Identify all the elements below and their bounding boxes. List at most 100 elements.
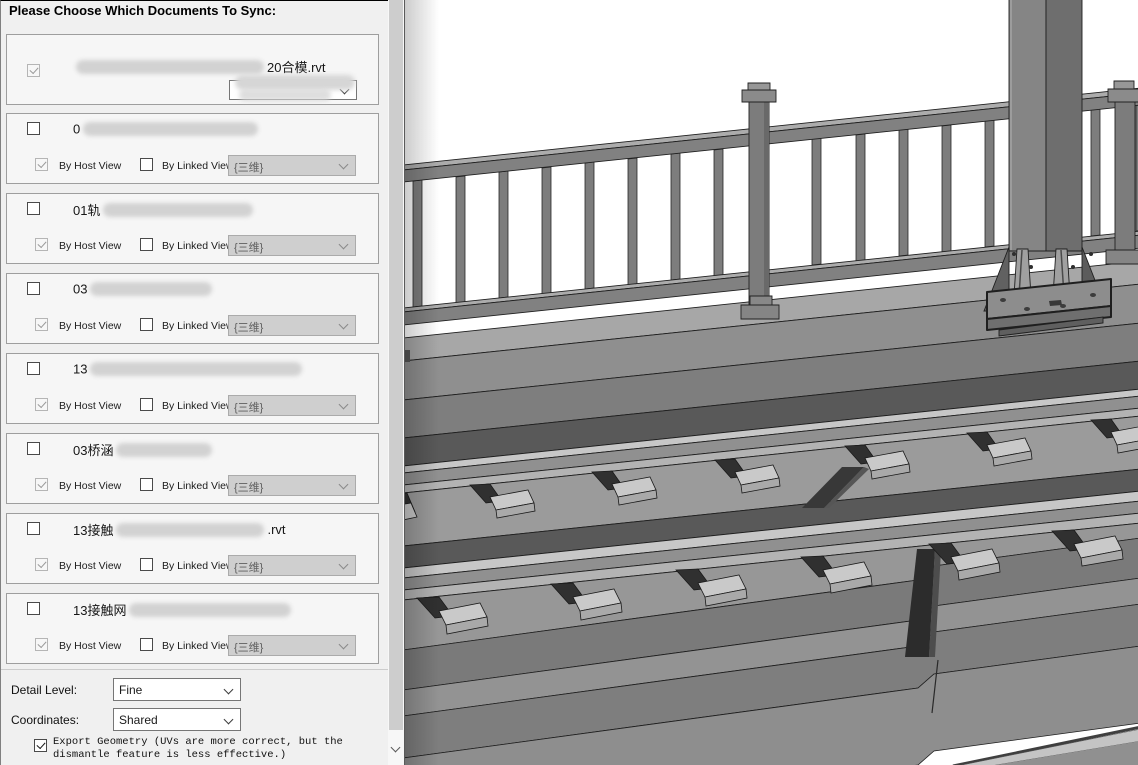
by-linked-view-label: By Linked View xyxy=(162,480,234,492)
by-host-view-checkbox xyxy=(35,478,48,491)
checkmark-icon xyxy=(37,239,46,248)
by-host-view-checkbox xyxy=(35,558,48,571)
linked-view-select-value: {三维} xyxy=(234,159,263,175)
by-host-view-label: By Host View xyxy=(59,240,121,252)
document-name-suffix: .rvt xyxy=(267,522,285,537)
document-name-prefix: 01轨 xyxy=(73,203,100,218)
document-name: 03桥涵 xyxy=(73,440,215,458)
chevron-down-icon xyxy=(339,240,349,250)
by-host-view-label: By Host View xyxy=(59,480,121,492)
document-checkbox[interactable] xyxy=(27,362,40,375)
by-linked-view-label: By Linked View xyxy=(162,240,234,252)
document-item: 13接触 .rvt By Host View By Linked View {三维… xyxy=(6,513,379,584)
linked-view-select-value: {三维} xyxy=(234,639,263,655)
document-name: 13接触网 xyxy=(73,600,294,618)
document-item: 13接触网 By Host View By Linked View {三维} xyxy=(6,593,379,664)
by-linked-view-checkbox[interactable] xyxy=(140,318,153,331)
viewport-edge-shading xyxy=(405,0,439,765)
detail-level-value: Fine xyxy=(119,683,142,697)
by-host-view-label: By Host View xyxy=(59,400,121,412)
linked-view-select-value: {三维} xyxy=(234,559,263,575)
redacted-name-blur xyxy=(90,362,302,376)
export-geometry-note-line2: dismantle feature is less effective.) xyxy=(53,749,385,762)
by-host-view-label: By Host View xyxy=(59,160,121,172)
linked-view-select: {三维} xyxy=(228,235,356,256)
chevron-down-icon xyxy=(339,320,349,330)
by-linked-view-checkbox[interactable] xyxy=(140,638,153,651)
document-item: 13 By Host View By Linked View {三维} xyxy=(6,353,379,424)
checkmark-icon xyxy=(36,740,45,749)
document-checkbox[interactable] xyxy=(27,122,40,135)
by-host-view-label: By Host View xyxy=(59,640,121,652)
document-name-prefix: 13 xyxy=(73,361,87,376)
by-linked-view-checkbox[interactable] xyxy=(140,478,153,491)
document-name-prefix: 03 xyxy=(73,281,87,296)
by-linked-view-label: By Linked View xyxy=(162,560,234,572)
document-name: 0 xyxy=(73,120,261,138)
by-host-view-checkbox xyxy=(35,398,48,411)
by-linked-view-label: By Linked View xyxy=(162,160,234,172)
linked-view-select: {三维} xyxy=(228,475,356,496)
detail-level-select[interactable]: Fine xyxy=(113,678,241,701)
document-item: 03桥涵 By Host View By Linked View {三维} xyxy=(6,433,379,504)
document-checkbox[interactable] xyxy=(27,282,40,295)
by-linked-view-checkbox[interactable] xyxy=(140,238,153,251)
chevron-down-icon xyxy=(339,560,349,570)
scrollbar-thumb[interactable] xyxy=(389,0,403,730)
by-linked-view-checkbox[interactable] xyxy=(140,398,153,411)
checkmark-icon xyxy=(37,559,46,568)
chevron-down-icon xyxy=(339,400,349,410)
document-checkbox[interactable] xyxy=(27,602,40,615)
by-host-view-checkbox xyxy=(35,318,48,331)
redacted-name-blur xyxy=(83,122,258,136)
by-host-view-label: By Host View xyxy=(59,560,121,572)
chevron-down-icon xyxy=(339,640,349,650)
by-linked-view-checkbox[interactable] xyxy=(140,158,153,171)
chevron-down-icon xyxy=(339,160,349,170)
redacted-value-blur xyxy=(235,75,355,90)
list-bottom-divider xyxy=(1,669,389,670)
coordinates-value: Shared xyxy=(119,713,158,727)
linked-view-select: {三维} xyxy=(228,395,356,416)
by-linked-view-label: By Linked View xyxy=(162,320,234,332)
redacted-name-blur xyxy=(76,60,264,74)
by-linked-view-label: By Linked View xyxy=(162,400,234,412)
linked-view-select-value: {三维} xyxy=(234,479,263,495)
chevron-down-icon xyxy=(391,743,401,753)
document-checkbox[interactable] xyxy=(27,522,40,535)
document-name-prefix: 13接触 xyxy=(73,523,113,538)
document-item: 01轨 By Host View By Linked View {三维} xyxy=(6,193,379,264)
document-checkbox[interactable] xyxy=(27,202,40,215)
linked-view-select: {三维} xyxy=(228,155,356,176)
revit-sync-screen: Please Choose Which Documents To Sync: 2… xyxy=(0,0,1138,765)
by-host-view-checkbox xyxy=(35,638,48,651)
by-linked-view-checkbox[interactable] xyxy=(140,558,153,571)
redacted-name-blur xyxy=(103,203,253,217)
3d-viewport[interactable] xyxy=(404,0,1138,765)
document-item: 03 By Host View By Linked View {三维} xyxy=(6,273,379,344)
chevron-down-icon xyxy=(339,480,349,490)
document-name: 13 xyxy=(73,360,305,378)
document-item-host: 20合模.rvt xyxy=(6,34,379,105)
document-checkbox[interactable] xyxy=(27,442,40,455)
coordinates-select[interactable]: Shared xyxy=(113,708,241,731)
document-name: 03 xyxy=(73,280,215,298)
redacted-name-blur xyxy=(116,443,212,457)
scrollbar-down-button[interactable] xyxy=(388,735,404,765)
document-name-prefix: 13接触网 xyxy=(73,603,126,618)
panel-scrollbar[interactable] xyxy=(388,0,404,765)
checkmark-icon xyxy=(37,639,46,648)
redacted-value-blur xyxy=(239,89,331,101)
3d-scene xyxy=(405,0,1138,765)
checkmark-icon xyxy=(37,399,46,408)
by-host-view-checkbox xyxy=(35,238,48,251)
redacted-name-blur xyxy=(90,282,212,296)
by-linked-view-label: By Linked View xyxy=(162,640,234,652)
document-name: 01轨 xyxy=(73,200,256,218)
linked-view-select: {三维} xyxy=(228,635,356,656)
document-name-suffix: 20合模.rvt xyxy=(267,60,326,75)
export-geometry-checkbox[interactable] xyxy=(34,739,47,752)
checkmark-icon xyxy=(37,159,46,168)
checkmark-icon xyxy=(29,65,38,74)
coordinates-label: Coordinates: xyxy=(11,713,79,727)
